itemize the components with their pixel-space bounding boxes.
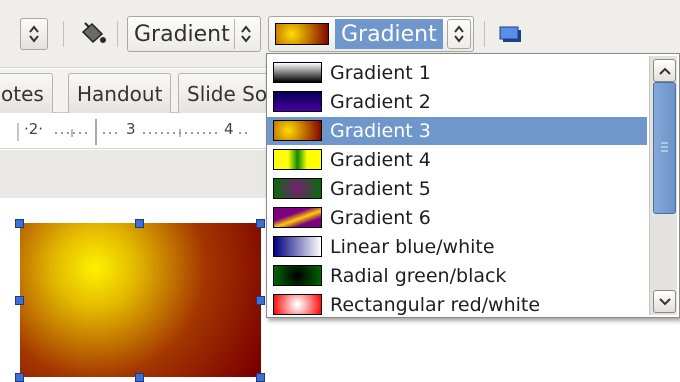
toolbar-separator: [117, 21, 118, 47]
chevron-up-icon: [658, 67, 671, 75]
fill-gradient-combo[interactable]: Gradient: [268, 16, 474, 52]
spin-arrows-icon: [233, 19, 257, 49]
dropdown-scrollbar[interactable]: [649, 56, 677, 315]
tab-handout[interactable]: Handout: [68, 73, 172, 114]
horizontal-ruler: ·2· 3 4: [0, 113, 270, 149]
gradient-option[interactable]: Gradient 4: [267, 146, 647, 174]
gradient-option-label: Rectangular red/white: [330, 294, 541, 316]
selection-handle[interactable]: [256, 219, 265, 228]
gradient-swatch: [273, 91, 322, 112]
tab-notes[interactable]: otes: [0, 73, 53, 114]
spin-arrows-icon[interactable]: [447, 19, 471, 49]
selection-handle[interactable]: [15, 373, 24, 382]
gradient-option-label: Gradient 3: [330, 120, 431, 142]
area-style-combo[interactable]: Gradient: [127, 16, 261, 52]
selection-handle[interactable]: [256, 373, 265, 382]
gradient-swatch: [273, 265, 322, 286]
paint-bucket-glyph: [81, 22, 106, 44]
gradient-swatch: [273, 294, 322, 315]
fill-combo-highlight: Gradient: [335, 19, 443, 49]
selection-handle[interactable]: [15, 296, 24, 305]
gradient-swatch: [273, 236, 322, 257]
gradient-option[interactable]: Gradient 2: [267, 88, 647, 116]
ruler-tick-label: 4: [224, 120, 234, 138]
paint-bucket-icon[interactable]: [78, 20, 108, 48]
gradient-option[interactable]: Rectangular red/white: [267, 291, 647, 319]
gradient-option[interactable]: Gradient 3: [267, 117, 647, 145]
gradient-option-label: Gradient 1: [330, 62, 431, 84]
selection-handle[interactable]: [135, 373, 144, 382]
toolbar-separator: [63, 21, 64, 47]
gradient-swatch: [273, 149, 322, 170]
gradient-option-label: Linear blue/white: [330, 236, 495, 258]
view-tabs: otes Handout Slide So: [0, 69, 277, 114]
chevron-down-icon: [658, 297, 671, 305]
selection-handle[interactable]: [256, 296, 265, 305]
fill-combo-value: Gradient: [341, 21, 437, 47]
shadow-icon[interactable]: [498, 24, 524, 46]
shadow-glyph: [499, 26, 521, 42]
gradient-option[interactable]: Linear blue/white: [267, 233, 647, 261]
scroll-up-button[interactable]: [653, 59, 676, 82]
selection-handle[interactable]: [15, 219, 24, 228]
gradient-option[interactable]: Gradient 5: [267, 175, 647, 203]
gradient-preview-swatch: [275, 23, 329, 45]
gradient-option-label: Radial green/black: [330, 265, 507, 287]
gradient-swatch: [273, 62, 322, 83]
gradient-dropdown-list: Gradient 1 Gradient 2 Gradient 3 Gradient 4…: [266, 53, 680, 318]
ruler-tick-label: 3: [126, 120, 136, 138]
gradient-option-label: Gradient 4: [330, 149, 431, 171]
gradient-swatch: [273, 178, 322, 199]
gradient-option-label: Gradient 5: [330, 178, 431, 200]
gradient-swatch: [273, 120, 322, 141]
spin-arrows-icon: [29, 25, 39, 43]
toolbar-separator: [484, 21, 485, 47]
spin-button[interactable]: [20, 18, 48, 50]
gradient-option-label: Gradient 6: [330, 207, 431, 229]
ruler-tick-label: ·2·: [24, 120, 44, 138]
scroll-down-button[interactable]: [653, 290, 676, 313]
gradient-option[interactable]: Gradient 6: [267, 204, 647, 232]
gradient-swatch: [273, 207, 322, 228]
area-style-value: Gradient: [134, 21, 230, 47]
gradient-option[interactable]: Radial green/black: [267, 262, 647, 290]
gradient-option-label: Gradient 2: [330, 91, 431, 113]
gradient-rectangle-shape[interactable]: [20, 223, 261, 377]
workspace-band: [0, 150, 270, 198]
gradient-option[interactable]: Gradient 1: [267, 59, 647, 87]
tab-slide-sorter[interactable]: Slide So: [178, 73, 277, 114]
grip-icon: [661, 142, 668, 152]
scrollbar-thumb[interactable]: [653, 82, 676, 214]
selection-handle[interactable]: [135, 219, 144, 228]
